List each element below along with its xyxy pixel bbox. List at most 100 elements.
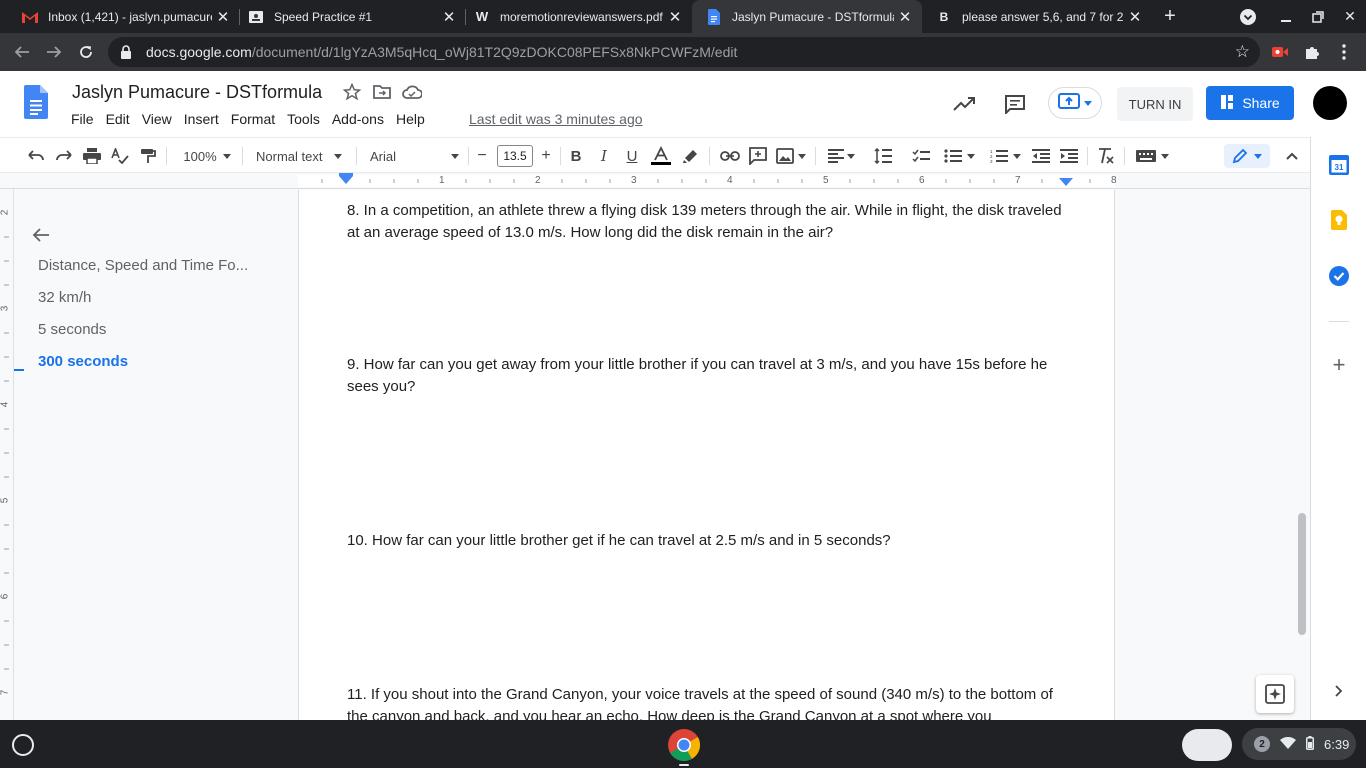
account-avatar[interactable] [1313,86,1347,120]
increase-font-size-icon[interactable]: + [538,144,554,168]
keep-icon[interactable] [1329,210,1349,230]
menu-insert[interactable]: Insert [178,109,225,129]
close-icon[interactable]: ✕ [894,8,916,26]
underline-icon[interactable]: U [623,144,641,168]
menu-file[interactable]: File [65,109,100,129]
forward-arrow-icon[interactable] [40,38,68,66]
close-icon[interactable]: ✕ [1124,8,1146,26]
last-edit-link[interactable]: Last edit was 3 minutes ago [469,111,643,127]
status-tray[interactable]: 2 6:39 [1242,728,1356,760]
tab-gmail[interactable]: Inbox (1,421) - jaslyn.pumacure ✕ [8,0,240,33]
clear-formatting-icon[interactable] [1095,144,1117,168]
menu-add-ons[interactable]: Add-ons [326,109,390,129]
bold-icon[interactable]: B [567,144,585,168]
extensions-puzzle-icon[interactable] [1298,38,1326,66]
menu-edit[interactable]: Edit [100,109,136,129]
docs-icon [706,8,722,25]
tab-search-icon[interactable] [1232,0,1264,33]
back-arrow-icon[interactable] [32,227,54,249]
question-11[interactable]: 11. If you shout into the Grand Canyon, … [347,684,1072,720]
chrome-menu-icon[interactable] [1330,38,1358,66]
back-arrow-icon[interactable] [8,38,36,66]
tasks-icon[interactable] [1329,266,1349,286]
align-left-icon[interactable] [826,144,856,168]
outline-item[interactable]: Distance, Speed and Time Fo... [38,257,248,274]
turn-in-button[interactable]: TURN IN [1117,87,1193,121]
close-window-icon[interactable]: ✕ [1334,0,1366,33]
insert-comment-icon[interactable] [747,144,769,168]
activity-trend-icon[interactable] [951,91,977,117]
text-color-icon[interactable] [650,144,672,168]
italic-icon[interactable]: I [595,144,613,168]
reload-icon[interactable] [72,38,100,66]
menu-tools[interactable]: Tools [281,109,326,129]
font-size-input[interactable]: 13.5 [497,145,533,167]
star-icon[interactable] [342,82,362,102]
docs-logo-icon[interactable] [24,85,48,119]
outline-item[interactable]: 32 km/h [38,289,91,306]
spellcheck-icon[interactable] [110,144,130,168]
minimize-icon[interactable] [1270,0,1302,33]
paint-format-icon[interactable] [138,144,158,168]
launcher-icon[interactable] [12,734,34,756]
present-button[interactable] [1048,87,1102,119]
font-select[interactable]: Arial [370,144,462,168]
tab-docs-active[interactable]: Jaslyn Pumacure - DSTformula ✕ [692,0,922,33]
undo-icon[interactable] [26,144,46,168]
menu-format[interactable]: Format [225,109,281,129]
hide-menus-chevron-up-icon[interactable] [1282,144,1302,168]
explore-button[interactable] [1256,675,1294,713]
zoom-select[interactable]: 100% [180,144,234,168]
bulleted-list-icon[interactable] [940,144,978,168]
decrease-indent-icon[interactable] [1030,144,1052,168]
bookmark-star-icon[interactable]: ☆ [1235,42,1250,62]
line-spacing-icon[interactable] [872,144,894,168]
paragraph-style-select[interactable]: Normal text [256,144,348,168]
question-10[interactable]: 10. How far can your little brother get … [347,530,1072,552]
menu-view[interactable]: View [136,109,178,129]
vertical-scrollbar-thumb[interactable] [1298,513,1306,635]
expand-panel-chevron-right-icon[interactable] [1329,681,1349,701]
decrease-font-size-icon[interactable]: − [474,144,490,168]
move-folder-icon[interactable] [372,82,392,102]
document-title[interactable]: Jaslyn Pumacure - DSTformula [72,82,322,103]
menu-help[interactable]: Help [390,109,431,129]
address-bar[interactable]: docs.google.com/document/d/1lgYzA3M5qHcq… [108,37,1260,67]
outline-item-active[interactable]: 300 seconds [38,353,128,370]
tab-brainly[interactable]: B please answer 5,6, and 7 for 20 ✕ [922,0,1152,33]
share-button[interactable]: Share [1206,86,1294,120]
print-icon[interactable] [82,144,102,168]
insert-image-icon[interactable] [775,144,807,168]
close-icon[interactable]: ✕ [212,8,234,26]
tote-holding-space[interactable] [1182,729,1232,761]
document-outline: Distance, Speed and Time Fo... 32 km/h 5… [14,189,298,720]
insert-link-icon[interactable] [719,144,741,168]
calendar-icon[interactable]: 31 [1329,155,1349,175]
restore-icon[interactable] [1302,0,1334,33]
numbered-list-icon[interactable]: 123 [986,144,1024,168]
document-page[interactable]: 8. In a competition, an athlete threw a … [298,190,1115,720]
checklist-icon[interactable] [910,144,932,168]
cloud-saved-icon[interactable] [402,82,422,102]
question-8[interactable]: 8. In a competition, an athlete threw a … [347,200,1072,244]
screen-record-extension-icon[interactable] [1266,38,1294,66]
tab-speed-practice[interactable]: Speed Practice #1 ✕ [234,0,466,33]
new-tab-button[interactable]: + [1154,0,1186,33]
close-icon[interactable]: ✕ [664,8,686,26]
highlight-color-icon[interactable] [681,144,701,168]
formatting-toolbar: 100% Normal text Arial − 13.5 + B I U 1 … [0,137,1310,173]
outline-item[interactable]: 5 seconds [38,321,106,338]
increase-indent-icon[interactable] [1058,144,1080,168]
tab-motion-review[interactable]: W moremotionreviewanswers.pdf ✕ [460,0,692,33]
comment-history-icon[interactable] [1002,91,1028,117]
add-addon-icon[interactable]: + [1329,352,1349,377]
redo-icon[interactable] [54,144,74,168]
question-9[interactable]: 9. How far can you get away from your li… [347,354,1072,398]
horizontal-ruler[interactable]: 1 2 3 4 5 6 7 8 [0,173,1310,189]
editing-mode-select[interactable] [1224,144,1270,168]
chrome-app-icon[interactable] [667,728,701,762]
lock-icon[interactable] [120,45,134,59]
input-tools-keyboard-icon[interactable] [1134,144,1170,168]
close-icon[interactable]: ✕ [438,8,460,26]
vertical-ruler[interactable]: 2 3 4 5 6 7 [0,189,14,720]
